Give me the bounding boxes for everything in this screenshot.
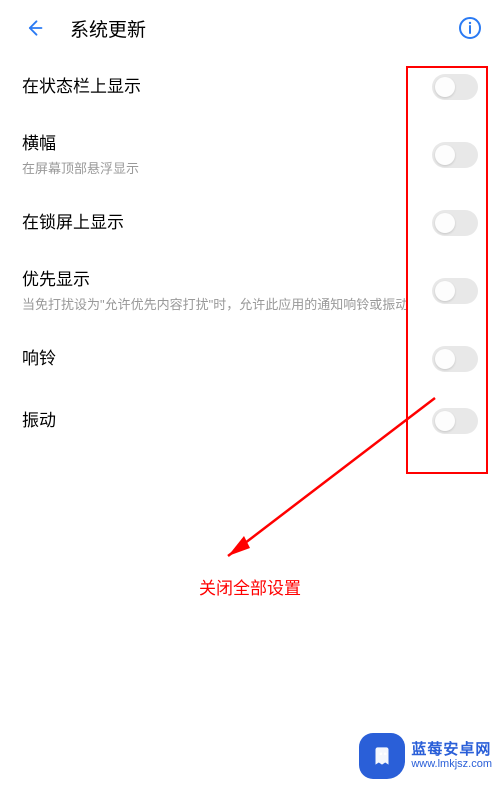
page-title: 系统更新 [70, 15, 146, 42]
row-vibrate: 振动 [22, 390, 478, 452]
row-lockscreen: 在锁屏上显示 [22, 192, 478, 254]
header: 系统更新 [0, 0, 500, 56]
row-text: 横幅 在屏幕顶部悬浮显示 [22, 132, 432, 178]
toggle-banner[interactable] [432, 142, 478, 168]
row-banner: 横幅 在屏幕顶部悬浮显示 [22, 118, 478, 192]
settings-list: 在状态栏上显示 横幅 在屏幕顶部悬浮显示 在锁屏上显示 优先显示 当免打扰设为"… [0, 56, 500, 452]
back-arrow-icon [24, 18, 44, 38]
row-label: 振动 [22, 409, 412, 433]
toggle-lockscreen[interactable] [432, 210, 478, 236]
toggle-vibrate[interactable] [432, 408, 478, 434]
toggle-statusbar[interactable] [432, 74, 478, 100]
row-statusbar: 在状态栏上显示 [22, 56, 478, 118]
back-button[interactable] [16, 10, 52, 46]
row-text: 在状态栏上显示 [22, 75, 432, 99]
annotation-text: 关闭全部设置 [199, 574, 301, 599]
row-sublabel: 当免打扰设为"允许优先内容打扰"时，允许此应用的通知响铃或振动 [22, 296, 412, 314]
watermark-url: www.lmkjsz.com [411, 758, 492, 771]
row-sublabel: 在屏幕顶部悬浮显示 [22, 160, 412, 178]
watermark: 蓝莓安卓网 www.lmkjsz.com [359, 733, 492, 779]
row-text: 优先显示 当免打扰设为"允许优先内容打扰"时，允许此应用的通知响铃或振动 [22, 268, 432, 314]
row-label: 在锁屏上显示 [22, 211, 412, 235]
toggle-ring[interactable] [432, 346, 478, 372]
row-ring: 响铃 [22, 328, 478, 390]
row-text: 振动 [22, 409, 432, 433]
row-text: 在锁屏上显示 [22, 211, 432, 235]
info-icon [458, 16, 482, 40]
toggle-priority[interactable] [432, 278, 478, 304]
row-label: 响铃 [22, 347, 412, 371]
row-label: 横幅 [22, 132, 412, 156]
row-label: 优先显示 [22, 268, 412, 292]
info-button[interactable] [456, 14, 484, 42]
row-label: 在状态栏上显示 [22, 75, 412, 99]
watermark-name: 蓝莓安卓网 [411, 741, 492, 758]
watermark-logo-icon [359, 733, 405, 779]
row-text: 响铃 [22, 347, 432, 371]
watermark-text: 蓝莓安卓网 www.lmkjsz.com [411, 741, 492, 771]
row-priority: 优先显示 当免打扰设为"允许优先内容打扰"时，允许此应用的通知响铃或振动 [22, 254, 478, 328]
